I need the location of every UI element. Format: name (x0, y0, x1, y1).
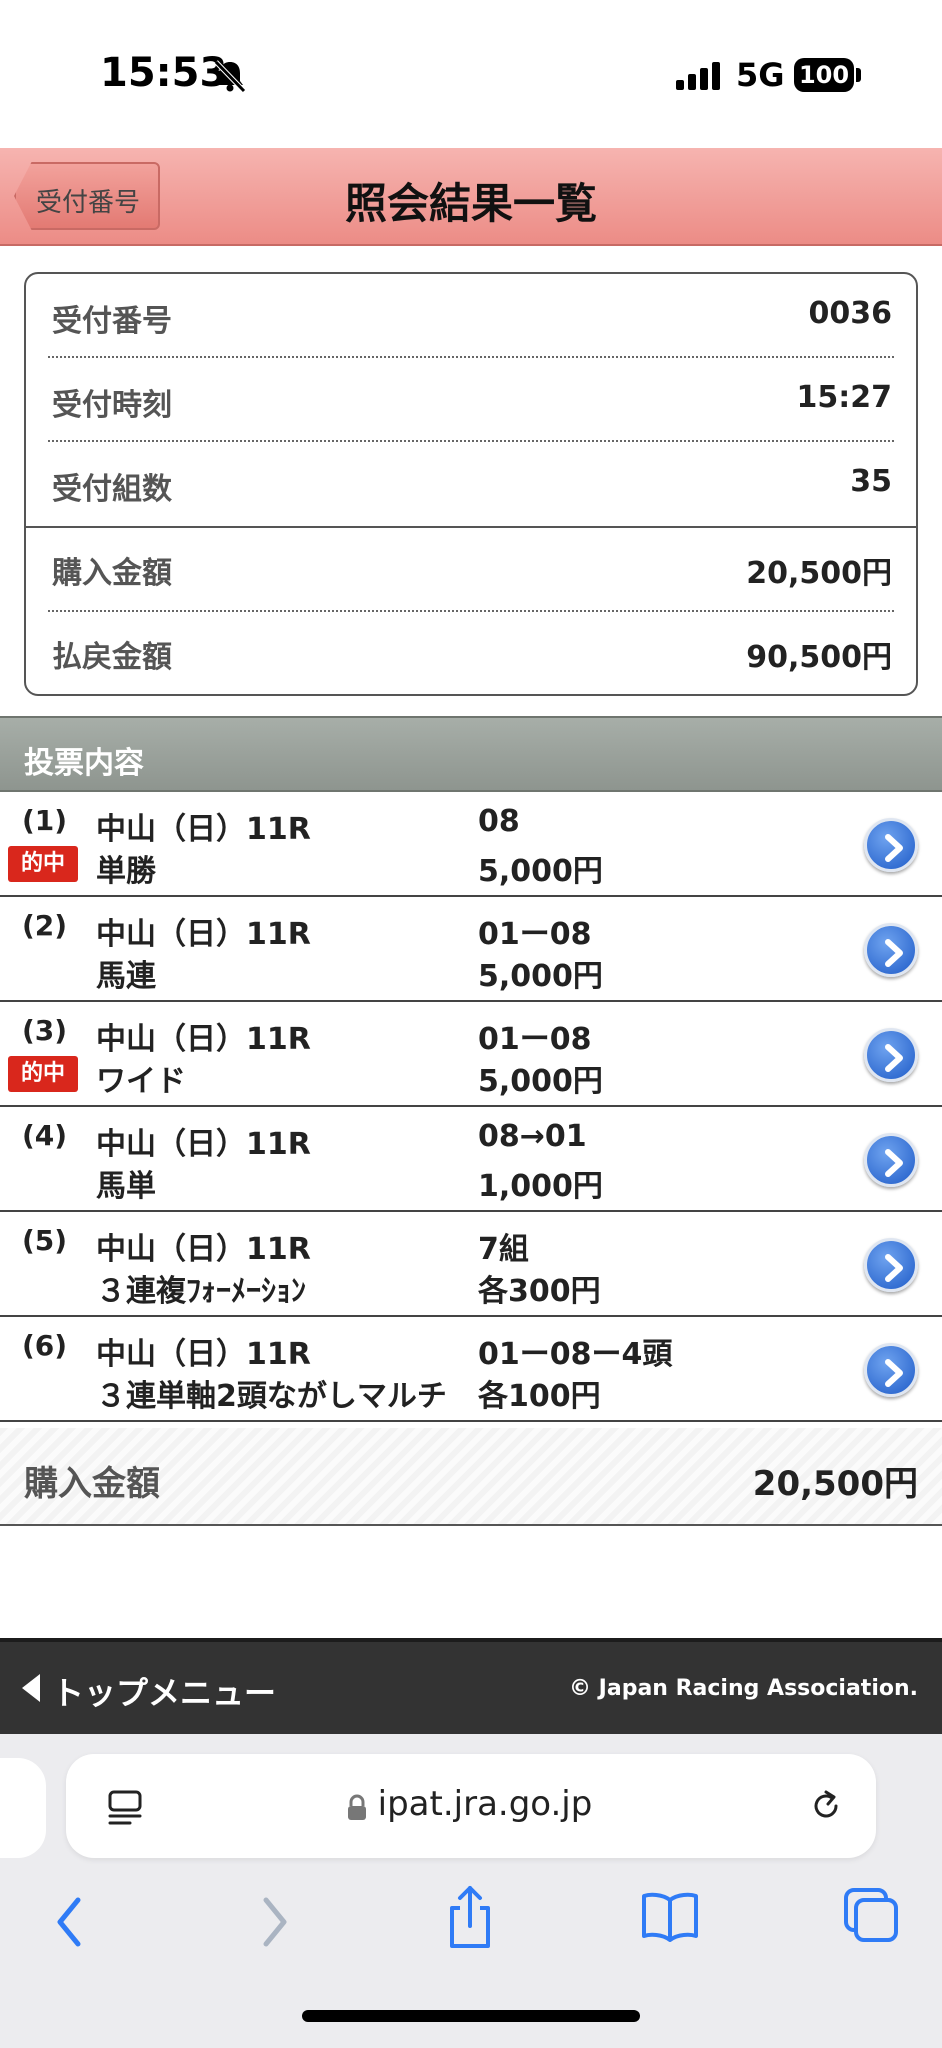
top-menu-link[interactable]: トップメニュー (52, 1668, 276, 1714)
url-text: ipat.jra.go.jp (377, 1784, 593, 1824)
bet-index: (4) (22, 1119, 68, 1152)
summary-label: 購入金額 (52, 556, 172, 591)
bet-combination: 01ー08 (478, 917, 592, 952)
bet-race: 中山（日）11R (96, 1337, 311, 1372)
hit-badge: 的中 (8, 1056, 78, 1092)
battery-icon: 100 (794, 58, 854, 92)
bet-index: (3) (22, 1014, 68, 1047)
chevron-right-icon[interactable] (864, 1028, 918, 1082)
chevron-right-icon[interactable] (864, 1133, 918, 1187)
summary-row-payout-amount: 払戻金額 90,500円 (48, 610, 894, 694)
address-bar[interactable]: ipat.jra.go.jp (66, 1754, 876, 1858)
bet-combination: 7組 (478, 1232, 529, 1267)
bet-index: (5) (22, 1224, 68, 1257)
bet-amount: 5,000円 (478, 854, 603, 889)
back-icon[interactable] (50, 1894, 90, 1950)
bet-combination: 08→01 (478, 1119, 587, 1154)
total-value: 20,500円 (752, 1464, 918, 1504)
bet-type: 馬単 (96, 1169, 156, 1204)
bet-row[interactable]: (4) 中山（日）11R 馬単 08→01 1,000円 (0, 1107, 942, 1212)
bet-index: (6) (22, 1329, 68, 1362)
bet-race: 中山（日）11R (96, 917, 311, 952)
bet-type: ワイド (96, 1064, 186, 1099)
bookmarks-icon[interactable] (640, 1890, 700, 1942)
page-footer: トップメニュー © Japan Racing Association. (0, 1638, 942, 1734)
browser-toolbar: ipat.jra.go.jp (0, 1734, 942, 2048)
bet-type: ３連複ﾌｫｰﾒｰｼｮﾝ (96, 1274, 306, 1309)
total-purchase-bar: 購入金額 20,500円 (0, 1428, 942, 1526)
bet-amount: 1,000円 (478, 1169, 603, 1204)
summary-value: 0036 (808, 296, 893, 331)
bet-amount: 各300円 (478, 1274, 601, 1309)
bet-index: (1) (22, 804, 68, 837)
status-time: 15:53 (100, 50, 228, 96)
summary-label: 受付組数 (52, 472, 172, 507)
bet-row[interactable]: (2) 中山（日）11R 馬連 01ー08 5,000円 (0, 897, 942, 1002)
bet-race: 中山（日）11R (96, 1022, 311, 1057)
copyright-text: © Japan Racing Association. (569, 1676, 918, 1701)
summary-box: 受付番号 0036 受付時刻 15:27 受付組数 35 購入金額 20,500… (24, 272, 918, 696)
signal-icon (676, 62, 720, 90)
summary-label: 受付時刻 (52, 388, 172, 423)
summary-value: 35 (850, 464, 892, 499)
bet-amount: 5,000円 (478, 1064, 603, 1099)
bet-combination: 01ー08 (478, 1022, 592, 1057)
previous-tab-stub[interactable] (0, 1758, 46, 1858)
bet-race: 中山（日）11R (96, 1127, 311, 1162)
summary-row-receipt-time: 受付時刻 15:27 (48, 358, 894, 442)
share-icon[interactable] (444, 1884, 496, 1950)
summary-value: 15:27 (796, 380, 893, 415)
total-label: 購入金額 (24, 1464, 160, 1504)
section-title: 投票内容 (24, 746, 144, 781)
bet-amount: 各100円 (478, 1379, 601, 1414)
network-type: 5G (736, 56, 785, 94)
page-title: 照会結果一覧 (344, 179, 597, 228)
home-indicator (302, 2010, 640, 2022)
hit-badge: 的中 (8, 846, 78, 882)
bet-row[interactable]: (1) 的中 中山（日）11R 単勝 08 5,000円 (0, 792, 942, 897)
section-header: 投票内容 (0, 716, 942, 792)
bell-muted-icon (214, 60, 246, 93)
forward-icon[interactable] (254, 1894, 294, 1950)
bet-type: ３連単軸2頭ながしマルチ (96, 1379, 447, 1414)
summary-row-receipt-number: 受付番号 0036 (48, 274, 894, 358)
bet-race: 中山（日）11R (96, 812, 311, 847)
summary-label: 払戻金額 (52, 640, 172, 675)
tabs-icon[interactable] (842, 1886, 900, 1944)
summary-row-set-count: 受付組数 35 (48, 442, 894, 526)
bet-row[interactable]: (3) 的中 中山（日）11R ワイド 01ー08 5,000円 (0, 1002, 942, 1107)
triangle-left-icon (22, 1674, 40, 1702)
chevron-right-icon[interactable] (864, 1238, 918, 1292)
status-bar: 15:53 5G 100 (0, 0, 942, 148)
summary-label: 受付番号 (52, 304, 172, 339)
chevron-right-icon[interactable] (864, 1343, 918, 1397)
bet-row[interactable]: (6) 中山（日）11R ３連単軸2頭ながしマルチ 01ー08ー4頭 各100円 (0, 1317, 942, 1422)
bet-type: 馬連 (96, 959, 156, 994)
bet-combination: 08 (478, 804, 520, 839)
summary-value: 90,500円 (746, 640, 892, 675)
bet-index: (2) (22, 909, 68, 942)
bet-amount: 5,000円 (478, 959, 603, 994)
bet-combination: 01ー08ー4頭 (478, 1337, 673, 1372)
page-header: 受付番号 照会結果一覧 (0, 148, 942, 246)
chevron-right-icon[interactable] (864, 818, 918, 872)
bet-race: 中山（日）11R (96, 1232, 311, 1267)
battery-tip (856, 68, 861, 82)
summary-row-purchase-amount: 購入金額 20,500円 (48, 526, 894, 610)
chevron-right-icon[interactable] (864, 923, 918, 977)
reload-icon[interactable] (806, 1786, 846, 1826)
bet-row[interactable]: (5) 中山（日）11R ３連複ﾌｫｰﾒｰｼｮﾝ 7組 各300円 (0, 1212, 942, 1317)
summary-value: 20,500円 (746, 556, 892, 591)
bet-type: 単勝 (96, 854, 156, 889)
